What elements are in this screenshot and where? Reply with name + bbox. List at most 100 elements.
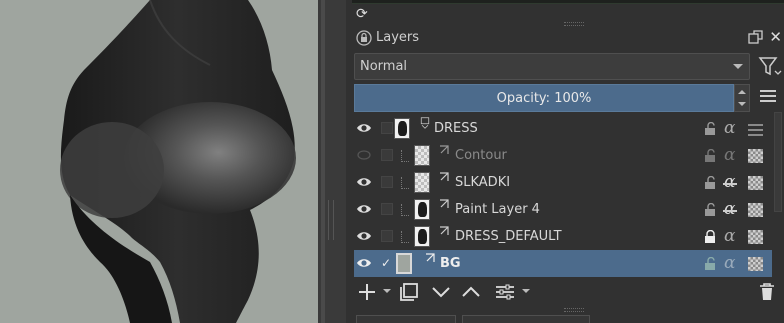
eye-icon[interactable] <box>356 175 372 189</box>
unlock-icon[interactable] <box>704 122 717 136</box>
layer-row-paint-layer-4[interactable]: Paint Layer 4 α <box>354 196 772 223</box>
layer-checkbox[interactable] <box>381 149 393 161</box>
layer-row-dress[interactable]: DRESS α <box>354 115 772 142</box>
blend-mode-value: Normal <box>360 59 408 74</box>
canvas-area[interactable] <box>0 0 318 323</box>
panel-title: Layers <box>376 30 420 45</box>
layer-property-icons: α <box>704 145 768 165</box>
lock-closed-icon[interactable] <box>704 230 717 244</box>
layer-checkbox[interactable] <box>381 230 393 242</box>
docker-tabs <box>352 313 784 323</box>
layer-name[interactable]: BG <box>440 256 461 271</box>
inherit-alpha-icon[interactable] <box>748 203 763 217</box>
eye-icon[interactable] <box>356 256 372 270</box>
artwork-dress-figure <box>60 0 296 323</box>
layer-row-contour[interactable]: Contour α <box>354 142 772 169</box>
layer-thumbnail <box>414 145 430 166</box>
tree-connector <box>401 204 409 216</box>
clone-arrow-icon <box>440 199 449 208</box>
canvas-vertical-scrollbar[interactable] <box>318 0 346 323</box>
opacity-spinbox[interactable] <box>734 84 750 112</box>
clone-arrow-icon <box>426 253 435 262</box>
inherit-alpha-icon[interactable] <box>748 149 763 163</box>
spin-down-icon[interactable] <box>738 102 746 106</box>
lock-icon[interactable] <box>356 30 372 46</box>
layer-checkbox[interactable] <box>381 122 393 134</box>
dock-splitter[interactable] <box>564 22 584 26</box>
layers-docker: ⟳ Layers ✕ Normal Opacity: 100% DRESS α … <box>346 0 784 323</box>
layer-row-bg[interactable]: ✓ BG α <box>354 250 772 277</box>
spin-up-icon[interactable] <box>738 90 746 94</box>
tree-connector <box>401 177 409 189</box>
layer-property-icons: α <box>704 253 768 273</box>
app-window: ⟳ Layers ✕ Normal Opacity: 100% DRESS α … <box>0 0 784 323</box>
layer-thumbnail <box>414 199 430 220</box>
alpha-lock-icon[interactable]: α <box>724 145 735 165</box>
layer-style-icon[interactable] <box>748 122 763 136</box>
alpha-disabled-icon[interactable]: α <box>722 172 738 192</box>
refresh-icon[interactable]: ⟳ <box>356 6 372 22</box>
clone-arrow-icon <box>440 145 449 154</box>
inherit-alpha-icon[interactable] <box>748 230 763 244</box>
layer-thumbnail <box>414 172 430 193</box>
opacity-label: Opacity: 100% <box>496 91 592 106</box>
layer-name[interactable]: Paint Layer 4 <box>455 202 540 217</box>
close-icon[interactable]: ✕ <box>769 28 782 46</box>
move-down-icon[interactable] <box>430 281 454 305</box>
unlock-icon[interactable] <box>704 203 717 217</box>
unlock-icon[interactable] <box>704 257 717 271</box>
layer-property-icons: α <box>704 226 768 246</box>
layer-name[interactable]: SLKADKI <box>455 175 510 190</box>
alpha-lock-icon[interactable]: α <box>724 253 735 273</box>
layer-list-scrollbar[interactable] <box>774 112 782 212</box>
opacity-slider[interactable]: Opacity: 100% <box>354 84 734 112</box>
layer-checkbox[interactable] <box>381 176 393 188</box>
eye-icon[interactable] <box>356 202 372 216</box>
layer-checkbox[interactable] <box>381 203 393 215</box>
previous-docker-strip <box>352 0 784 4</box>
dock-resize-grip[interactable] <box>328 200 334 240</box>
delete-icon[interactable] <box>756 281 780 305</box>
blend-mode-select[interactable]: Normal <box>354 53 750 80</box>
layer-row-slkadki[interactable]: SLKADKI α <box>354 169 772 196</box>
properties-icon[interactable] <box>494 281 518 305</box>
layer-name[interactable]: Contour <box>455 148 507 163</box>
add-layer-dropdown-icon[interactable] <box>383 289 391 293</box>
move-up-icon[interactable] <box>460 281 484 305</box>
layer-property-icons: α <box>704 172 768 192</box>
add-layer-icon[interactable] <box>356 281 380 305</box>
layer-name[interactable]: DRESS <box>434 121 478 136</box>
filter-icon[interactable] <box>758 55 782 79</box>
unlock-icon[interactable] <box>704 149 717 163</box>
layer-property-icons: α <box>704 118 768 138</box>
inherit-alpha-icon[interactable] <box>748 257 763 271</box>
layer-row-dress-default[interactable]: DRESS_DEFAULT α <box>354 223 772 250</box>
hamburger-menu-icon[interactable] <box>760 90 776 104</box>
float-icon[interactable] <box>748 29 764 45</box>
tree-connector <box>401 150 409 162</box>
inherit-alpha-icon[interactable] <box>748 176 763 190</box>
layer-thumbnail <box>394 118 410 139</box>
chevron-down-icon <box>733 64 743 69</box>
alpha-lock-icon[interactable]: α <box>724 118 735 138</box>
unlock-icon[interactable] <box>704 176 717 190</box>
docker-tab[interactable] <box>356 315 456 323</box>
alpha-disabled-icon[interactable]: α <box>722 199 738 219</box>
scroll-track[interactable] <box>321 0 325 323</box>
layer-checkbox-checked[interactable]: ✓ <box>381 257 393 269</box>
eye-hidden-icon[interactable] <box>356 148 372 162</box>
clone-arrow-icon <box>440 226 449 235</box>
properties-dropdown-icon[interactable] <box>522 289 530 293</box>
alpha-lock-icon[interactable]: α <box>724 226 735 246</box>
eye-icon[interactable] <box>356 121 372 135</box>
layers-toolbar <box>354 279 784 307</box>
dock-splitter-bottom[interactable] <box>564 308 584 312</box>
eye-icon[interactable] <box>356 229 372 243</box>
layer-property-icons: α <box>704 199 768 219</box>
layer-thumbnail <box>396 253 412 274</box>
layers-header: Layers ✕ <box>352 28 784 50</box>
duplicate-icon[interactable] <box>398 281 422 305</box>
group-folder-icon[interactable] <box>419 117 431 129</box>
layer-name[interactable]: DRESS_DEFAULT <box>455 229 562 244</box>
docker-tab[interactable] <box>462 315 590 323</box>
